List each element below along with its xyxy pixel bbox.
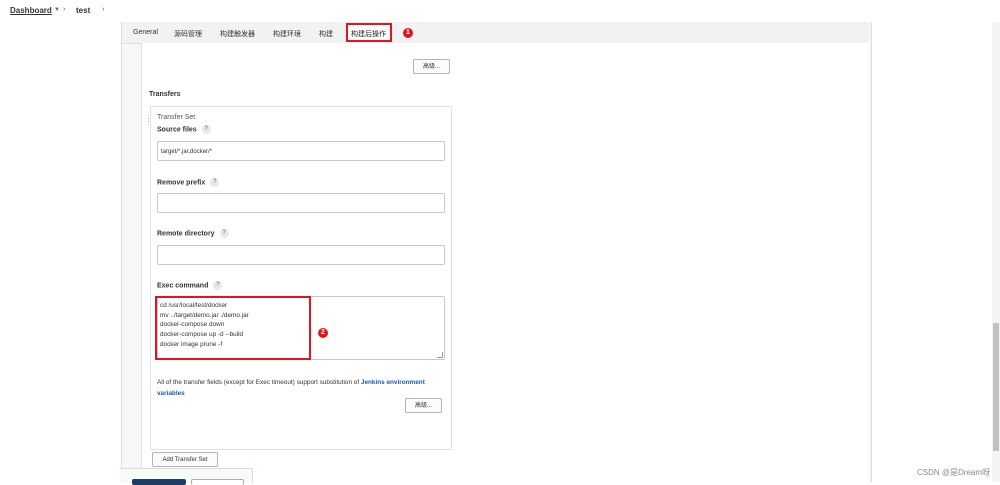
tab-build-triggers[interactable]: 构建触发器 [220,29,255,39]
config-tab-bar: General 源码管理 构建触发器 构建环境 构建 [122,22,869,44]
breadcrumb: Dashboard ▼ › test › [0,0,1000,22]
breadcrumb-separator-icon: › [102,6,105,13]
remove-prefix-label: Remove prefix? [157,178,220,187]
help-icon[interactable]: ? [213,281,223,290]
add-transfer-set-button[interactable]: Add Transfer Set [152,452,218,467]
advanced-button[interactable]: 高级... [413,59,450,74]
resize-handle-icon[interactable] [437,352,443,358]
scrollbar-thumb[interactable] [993,323,999,451]
save-button[interactable] [132,479,186,485]
breadcrumb-job-link[interactable]: test [76,6,90,15]
exec-command-highlight [155,296,311,360]
tab-source-code-management[interactable]: 源码管理 [174,29,202,39]
help-icon[interactable]: ? [201,125,211,134]
exec-command-label: Exec command? [157,281,223,290]
apply-button[interactable] [191,479,244,485]
help-icon[interactable]: ? [210,178,220,187]
tab-build[interactable]: 构建 [319,29,333,39]
source-files-input[interactable]: target/*.jar,docker/* [157,141,445,161]
breadcrumb-separator-icon: › [63,6,66,13]
substitution-note: All of the transfer fields (except for E… [157,379,425,397]
remote-directory-label: Remote directory? [157,229,229,238]
help-icon[interactable]: ? [219,229,229,238]
transfer-set-label: Transfer Set [157,114,196,121]
transfers-section-title: Transfers [149,91,181,98]
annotation-marker-1: 1 [403,28,413,38]
tab-post-build-actions-label: 构建后操作 [351,31,386,38]
tab-general[interactable]: General [133,29,158,36]
tab-build-environment[interactable]: 构建环境 [273,29,301,39]
source-files-label: Source files? [157,125,211,134]
right-blank-area [461,43,869,482]
transfer-advanced-button[interactable]: 高级... [405,398,442,413]
breadcrumb-dashboard-link[interactable]: Dashboard [10,6,52,15]
watermark: CSDN @是Dream呀 [917,468,991,477]
remote-directory-input[interactable] [157,245,445,265]
drag-handle-icon[interactable] [147,114,150,126]
chevron-down-icon[interactable]: ▼ [54,7,60,13]
tab-post-build-actions[interactable]: 构建后操作 [346,23,392,42]
annotation-marker-2: 2 [318,328,328,338]
remove-prefix-input[interactable] [157,193,445,213]
